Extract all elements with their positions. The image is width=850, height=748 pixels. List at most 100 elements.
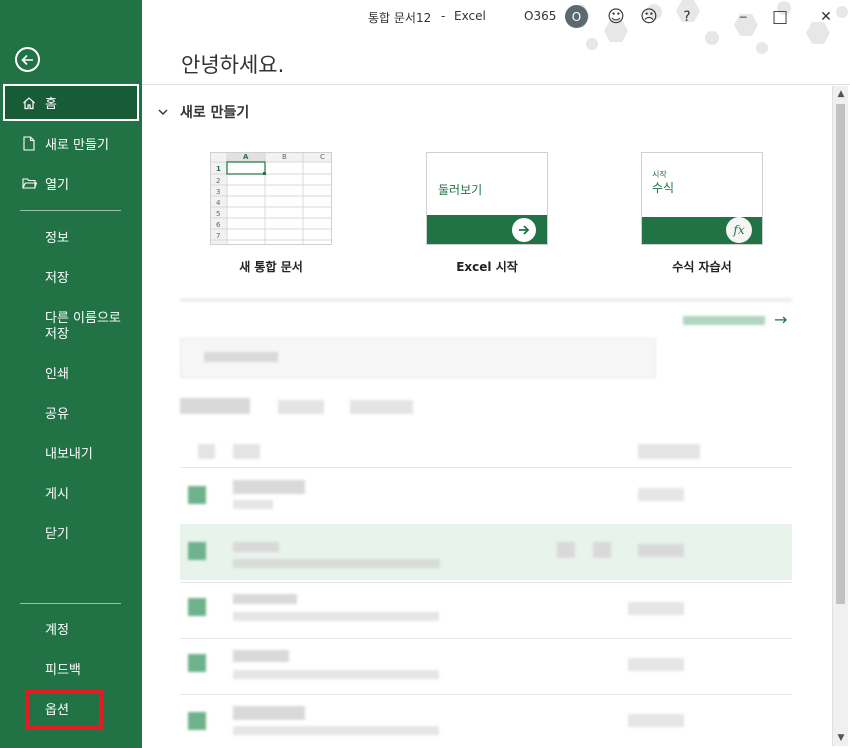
- nav-new-label: 새로 만들기: [45, 137, 109, 153]
- template-excel-tour[interactable]: 둘러보기: [426, 152, 548, 245]
- table-row[interactable]: [180, 698, 792, 746]
- chevron-down-icon: [158, 104, 168, 120]
- new-section-toggle[interactable]: 새로 만들기: [158, 102, 249, 122]
- grid-row-2: 2: [216, 177, 221, 185]
- list-item-path: [233, 612, 439, 621]
- nav-save-as-line2: 저장: [45, 327, 69, 342]
- sidebar-divider: [20, 210, 121, 211]
- title-bar: 통합 문서12 - Excel O365 O ☺ ☹ ? ─ □ ✕: [142, 0, 850, 54]
- scroll-up-icon[interactable]: ▲: [833, 86, 849, 102]
- smile-feedback-icon[interactable]: ☺: [605, 6, 627, 28]
- help-icon[interactable]: ?: [676, 6, 698, 28]
- title-separator: -: [441, 9, 446, 23]
- new-document-icon: [21, 135, 37, 151]
- new-section-title: 새로 만들기: [180, 105, 250, 121]
- list-item-date: [628, 658, 684, 671]
- home-icon: [21, 96, 37, 110]
- list-item-name: [233, 542, 279, 552]
- list-item-date: [628, 714, 684, 727]
- list-item-name: [233, 480, 305, 494]
- list-divider: [180, 582, 792, 583]
- list-item-name: [233, 706, 305, 720]
- minimize-icon[interactable]: ─: [732, 6, 754, 28]
- account-name[interactable]: O365: [524, 9, 556, 23]
- nav-print[interactable]: 인쇄: [45, 367, 69, 383]
- list-divider: [180, 467, 792, 468]
- tab-recent[interactable]: [180, 398, 250, 414]
- fx-text: fx: [733, 223, 745, 237]
- folder-icon: [21, 177, 37, 189]
- header-divider: [142, 84, 850, 85]
- more-templates-link[interactable]: [683, 316, 765, 325]
- grid-row-4: 4: [216, 199, 221, 207]
- list-item-path: [233, 559, 440, 568]
- template-formula-tutorial[interactable]: 시작 수식 fx: [641, 152, 763, 245]
- grid-col-a: A: [243, 153, 249, 161]
- nav-new[interactable]: 새로 만들기: [0, 134, 142, 153]
- avatar-initial: O: [571, 9, 582, 24]
- list-header-name: [233, 444, 260, 459]
- nav-close[interactable]: 닫기: [45, 527, 69, 543]
- more-templates-arrow-icon[interactable]: →: [774, 310, 787, 329]
- scrollbar-thumb[interactable]: [836, 104, 845, 604]
- nav-home[interactable]: 홈: [3, 84, 139, 121]
- template-blank-label: 새 통합 문서: [239, 260, 303, 274]
- excel-file-icon: [188, 598, 206, 616]
- pin-icon[interactable]: [557, 542, 575, 558]
- grid-row-1: 1: [216, 165, 221, 173]
- tab-shared[interactable]: [350, 400, 413, 414]
- back-arrow-icon: [20, 54, 33, 65]
- tour-card-text: 둘러보기: [438, 183, 483, 197]
- back-button[interactable]: [15, 47, 40, 72]
- table-row[interactable]: [180, 584, 792, 636]
- excel-file-icon: [188, 486, 206, 504]
- nav-home-label: 홈: [45, 97, 57, 112]
- close-icon[interactable]: ✕: [815, 6, 837, 28]
- search-placeholder: [204, 352, 278, 362]
- more-options-icon[interactable]: [593, 542, 611, 558]
- fx-circle-icon: fx: [726, 217, 752, 243]
- list-header-icon: [198, 444, 215, 459]
- nav-save[interactable]: 저장: [45, 271, 69, 287]
- nav-save-as-line1: 다른 이름으로: [45, 311, 121, 326]
- sidebar: 홈 새로 만들기 열기 정보 저장 다른 이름으로 저장 인쇄 공유 내보내기 …: [0, 0, 142, 748]
- excel-file-icon: [188, 654, 206, 672]
- options-highlight-box: [25, 690, 103, 730]
- scroll-down-icon[interactable]: ▼: [833, 730, 849, 746]
- list-item-date: [628, 602, 684, 615]
- arrow-right-circle-icon: [512, 218, 536, 242]
- nav-publish[interactable]: 게시: [45, 487, 69, 503]
- excel-file-icon: [188, 542, 206, 560]
- vertical-scrollbar[interactable]: ▲ ▼: [832, 86, 848, 746]
- table-row[interactable]: [180, 526, 792, 578]
- list-item-name: [233, 594, 297, 604]
- greeting-heading: 안녕하세요.: [181, 53, 285, 77]
- list-item-path: [233, 500, 273, 509]
- grid-row-7: 7: [216, 232, 221, 240]
- spreadsheet-grid-thumbnail: [211, 153, 331, 244]
- nav-export[interactable]: 내보내기: [45, 447, 93, 463]
- grid-col-b: B: [282, 153, 287, 161]
- table-row[interactable]: [180, 470, 792, 522]
- template-blank-workbook[interactable]: A B C 1 2 3 4 5 6 7: [210, 152, 332, 245]
- app-name: Excel: [454, 9, 486, 23]
- maximize-icon[interactable]: □: [769, 6, 791, 28]
- excel-file-icon: [188, 712, 206, 730]
- nav-share[interactable]: 공유: [45, 407, 69, 423]
- nav-info[interactable]: 정보: [45, 231, 69, 247]
- grid-col-c: C: [320, 153, 325, 161]
- list-item-date: [638, 544, 684, 557]
- frown-feedback-icon[interactable]: ☹: [638, 6, 660, 28]
- grid-row-3: 3: [216, 188, 221, 196]
- nav-save-as[interactable]: 다른 이름으로 저장: [45, 311, 121, 343]
- nav-feedback[interactable]: 피드백: [45, 663, 81, 679]
- nav-open[interactable]: 열기: [0, 174, 142, 193]
- table-row[interactable]: [180, 640, 792, 692]
- list-item-path: [233, 726, 439, 735]
- list-header-date: [638, 444, 700, 459]
- nav-account[interactable]: 계정: [45, 623, 69, 639]
- template-formula-label: 수식 자습서: [672, 260, 732, 274]
- tab-pinned[interactable]: [278, 400, 324, 414]
- section-divider: [180, 298, 792, 302]
- avatar[interactable]: O: [565, 5, 588, 28]
